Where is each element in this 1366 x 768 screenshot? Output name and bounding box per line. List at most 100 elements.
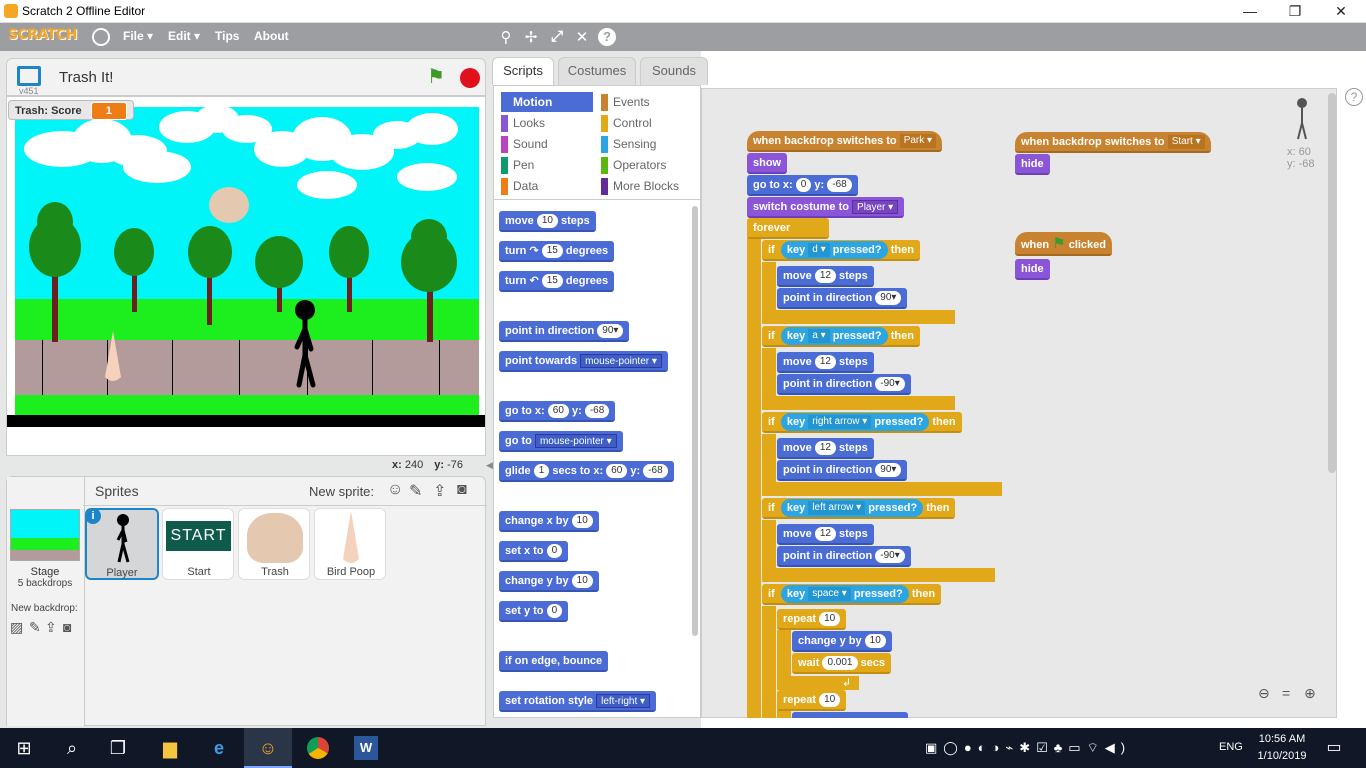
file-explorer-icon[interactable]: ▆ — [158, 736, 182, 760]
grow-tool-icon[interactable]: ⤢ — [547, 28, 567, 45]
fullscreen-icon[interactable] — [17, 66, 41, 86]
zoom-out-icon[interactable]: ⊖ — [1258, 685, 1270, 702]
show-block[interactable]: show — [747, 153, 788, 174]
palette-change-y-block[interactable]: change y by 10 — [499, 571, 599, 592]
stage-thumbnail[interactable] — [10, 509, 80, 561]
if-key-space-block[interactable]: if key space ▾ pressed? then — [762, 584, 942, 605]
tab-costumes[interactable]: Costumes — [558, 57, 636, 85]
score-monitor[interactable]: Trash: Score 1 — [8, 100, 134, 120]
hat-backdrop-park[interactable]: when backdrop switches to Park ▾ — [747, 131, 943, 152]
sprite-tile-player[interactable]: i Player — [85, 508, 159, 580]
palette-scrollbar[interactable] — [692, 206, 698, 636]
sprite-library-icon[interactable]: ☺ — [387, 481, 403, 499]
search-icon[interactable]: ⌕ — [60, 736, 84, 760]
stage-canvas[interactable]: Trash: Score 1 — [6, 96, 486, 456]
sprite-tile-bird-poop[interactable]: Bird Poop — [314, 508, 386, 580]
change-y-block[interactable]: change y by 10 — [792, 631, 892, 652]
point-90-block-2[interactable]: point in direction 90▾ — [777, 460, 908, 481]
minimize-button[interactable]: — — [1227, 2, 1273, 22]
forever-block[interactable]: forever — [747, 218, 829, 239]
goto-xy-block[interactable]: go to x: 0 y: -68 — [747, 175, 858, 196]
palette-rotation-style-block[interactable]: set rotation style left-right ▾ — [499, 691, 657, 712]
about-menu[interactable]: About — [254, 29, 289, 43]
camera-sprite-icon[interactable]: ◙ — [457, 481, 467, 499]
point-m90-block-2[interactable]: point in direction -90▾ — [777, 546, 911, 567]
sprite-info-icon[interactable]: i — [85, 508, 101, 524]
help-tool-icon[interactable]: ? — [598, 28, 616, 46]
notifications-icon[interactable]: ▭ — [1322, 736, 1346, 760]
hide-block-1[interactable]: hide — [1015, 154, 1050, 175]
palette-change-x-block[interactable]: change x by 10 — [499, 511, 599, 532]
repeat-10-block-1[interactable]: repeat 10 — [777, 609, 847, 630]
word-icon[interactable]: W — [354, 736, 378, 760]
category-looks[interactable]: Looks — [501, 114, 545, 132]
upload-sprite-icon[interactable]: ⇪ — [433, 481, 446, 501]
palette-goto-xy-block[interactable]: go to x: 60 y: -68 — [499, 401, 616, 422]
close-button[interactable]: ✕ — [1318, 2, 1364, 22]
edge-icon[interactable]: e — [207, 736, 231, 760]
windows-start-icon[interactable]: ⊞ — [12, 736, 36, 760]
if-key-left-block[interactable]: if key left arrow ▾ pressed? then — [762, 498, 956, 519]
move-12-block-4[interactable]: move 12 steps — [777, 524, 874, 545]
hat-backdrop-start[interactable]: when backdrop switches to Start ▾ — [1015, 132, 1211, 153]
move-12-block-1[interactable]: move 12 steps — [777, 266, 874, 287]
hide-block-2[interactable]: hide — [1015, 259, 1050, 280]
category-control[interactable]: Control — [601, 114, 652, 132]
wait-block[interactable]: wait 0.001 secs — [792, 653, 892, 674]
palette-turn-right-block[interactable]: turn ↷ 15 degrees — [499, 241, 615, 262]
backdrop-library-icon[interactable]: ▨ — [10, 619, 23, 636]
collapse-stage-icon[interactable]: ◀ — [486, 460, 493, 472]
tab-sounds[interactable]: Sounds — [640, 57, 708, 85]
clock-time[interactable]: 10:56 AM — [1254, 733, 1310, 745]
switch-costume-block[interactable]: switch costume to Player ▾ — [747, 197, 905, 218]
paint-sprite-icon[interactable]: ✎ — [409, 481, 422, 501]
duplicate-tool-icon[interactable]: ⚲ — [496, 28, 516, 46]
tray-icons[interactable]: ▣◯●◐◑⌁✱☑♣▭⌔◀) — [925, 740, 1131, 756]
clock-date[interactable]: 1/10/2019 — [1254, 750, 1310, 762]
task-view-icon[interactable]: ❐ — [106, 736, 130, 760]
if-key-right-block[interactable]: if key right arrow ▾ pressed? then — [762, 412, 962, 433]
category-more-blocks[interactable]: More Blocks — [601, 177, 679, 195]
restore-button[interactable]: ❐ — [1272, 2, 1318, 22]
palette-move-block[interactable]: move 10 steps — [499, 211, 596, 232]
category-operators[interactable]: Operators — [601, 156, 666, 174]
delete-tool-icon[interactable]: ✢ — [521, 28, 541, 46]
file-menu[interactable]: File ▾ — [123, 29, 153, 43]
stop-icon[interactable] — [460, 68, 480, 88]
point-90-block-1[interactable]: point in direction 90▾ — [777, 288, 908, 309]
palette-goto-block[interactable]: go to mouse-pointer ▾ — [499, 431, 623, 452]
hat-flag-clicked[interactable]: when ⚑ clicked — [1015, 232, 1113, 256]
palette-set-x-block[interactable]: set x to 0 — [499, 541, 569, 562]
category-events[interactable]: Events — [601, 93, 650, 111]
paint-backdrop-icon[interactable]: ✎ — [29, 619, 41, 636]
tips-menu[interactable]: Tips — [215, 29, 239, 43]
category-sensing[interactable]: Sensing — [601, 135, 656, 153]
project-title[interactable]: Trash It! — [59, 69, 113, 86]
script-scrollbar[interactable] — [1328, 93, 1336, 473]
scratch-logo[interactable]: SCRATCH — [8, 27, 77, 47]
palette-glide-block[interactable]: glide 1 secs to x: 60 y: -68 — [499, 461, 674, 482]
tab-scripts[interactable]: Scripts — [492, 57, 554, 85]
palette-bounce-block[interactable]: if on edge, bounce — [499, 651, 609, 672]
scratch-taskbar-icon[interactable]: ☺ — [256, 736, 280, 760]
category-motion[interactable]: Motion — [501, 92, 593, 112]
zoom-in-icon[interactable]: ⊕ — [1304, 685, 1316, 702]
palette-set-y-block[interactable]: set y to 0 — [499, 601, 569, 622]
if-key-d-block[interactable]: if key d ▾ pressed? then — [762, 240, 920, 261]
camera-backdrop-icon[interactable]: ◙ — [63, 619, 71, 635]
move-12-block-2[interactable]: move 12 steps — [777, 352, 874, 373]
palette-point-towards-block[interactable]: point towards mouse-pointer ▾ — [499, 351, 668, 372]
help-icon[interactable]: ? — [1345, 88, 1363, 106]
palette-turn-left-block[interactable]: turn ↶ 15 degrees — [499, 271, 615, 292]
palette-point-direction-block[interactable]: point in direction 90▾ — [499, 321, 630, 342]
category-data[interactable]: Data — [501, 177, 538, 195]
move-12-block-3[interactable]: move 12 steps — [777, 438, 874, 459]
globe-icon[interactable] — [92, 28, 110, 46]
if-key-a-block[interactable]: if key a ▾ pressed? then — [762, 326, 920, 347]
chrome-icon[interactable] — [307, 737, 329, 759]
zoom-reset-icon[interactable]: = — [1282, 685, 1290, 701]
sprite-tile-trash[interactable]: Trash — [238, 508, 310, 580]
category-pen[interactable]: Pen — [501, 156, 534, 174]
green-flag-icon[interactable]: ⚑ — [427, 64, 445, 89]
sprite-tile-start[interactable]: START Start — [162, 508, 234, 580]
